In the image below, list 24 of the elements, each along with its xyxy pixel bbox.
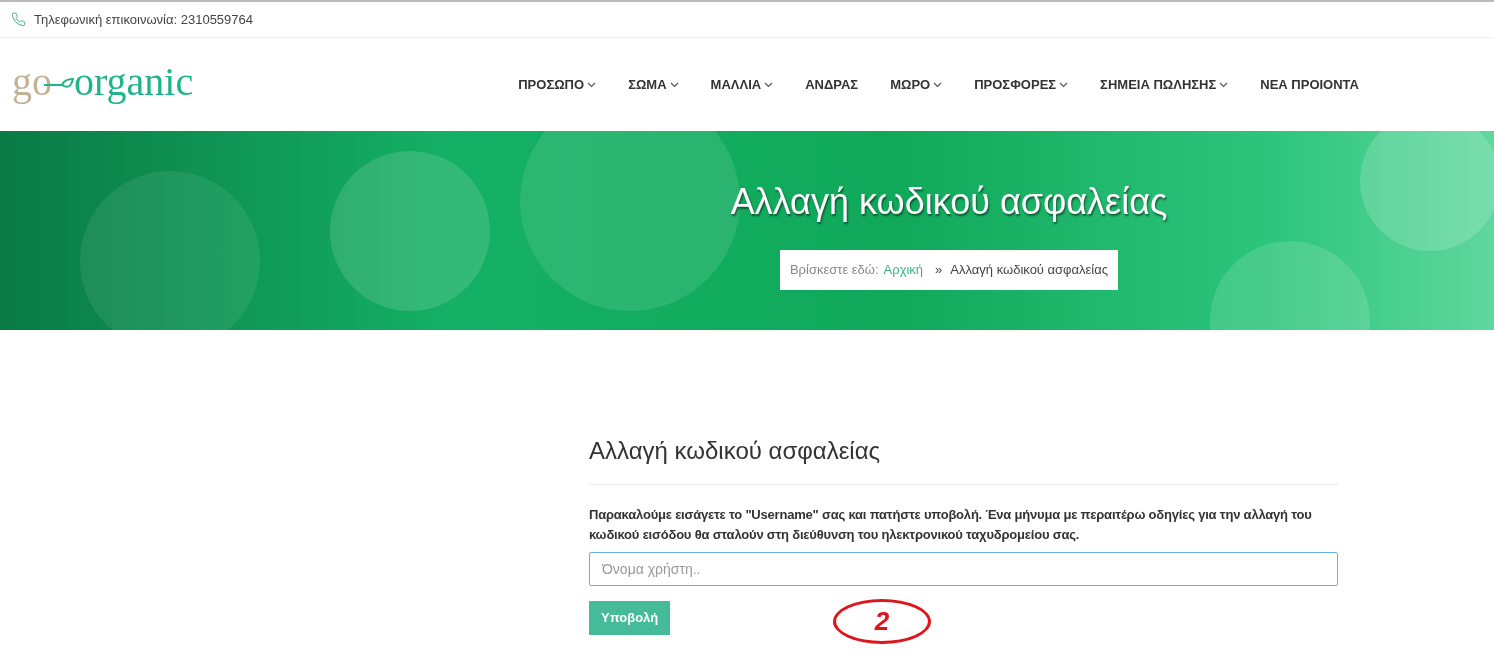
form-heading: Αλλαγή κωδικού ασφαλείας	[589, 436, 882, 466]
caret-icon	[1219, 81, 1229, 88]
caret-icon	[1059, 81, 1069, 88]
nav-link[interactable]: ΝΕΑ ΠΡΟΙΟΝΤΑ	[1260, 74, 1359, 95]
instructions-text: Παρακαλούμε εισάγετε το "Username" σας και πατήστε υποβολή. Ένα μήνυμα με περαιτέρω οδηγίες για την αλλαγή του κωδικού εισόδου θα σταλούν στη διεύθυνση του ηλεκτρονικού ταχυδρομείου σας.	[589, 506, 1313, 544]
username-field[interactable]: Όνομα χρήστη..	[589, 552, 1338, 586]
nav-link[interactable]: ΑΝΔΡΑΣ	[805, 74, 859, 95]
caret-icon	[669, 81, 679, 88]
caret-icon	[764, 81, 774, 88]
contact-phone: Τηλεφωνική επικοινωνία: 2310559764	[34, 10, 253, 29]
caret-icon	[587, 81, 597, 88]
breadcrumb-separator: »	[935, 261, 943, 280]
phone-icon	[11, 12, 26, 27]
nav-link[interactable]: ΜΩΡΟ	[890, 74, 943, 95]
nav-link[interactable]: ΜΑΛΛΙΑ	[710, 74, 774, 95]
nav-link[interactable]: ΣΗΜΕΙΑ ΠΩΛΗΣΗΣ	[1100, 74, 1229, 95]
nav-link[interactable]: ΠΡΟΣΩΠΟ	[518, 74, 597, 95]
annotation-circle: 2	[833, 599, 931, 644]
nav-link[interactable]: ΠΡΟΣΦΟΡΕΣ	[974, 74, 1069, 95]
page-title: Αλλαγή κωδικού ασφαλείας	[730, 180, 1168, 224]
nav-link[interactable]: ΣΩΜΑ	[628, 74, 679, 95]
caret-icon	[933, 81, 943, 88]
breadcrumb-current: Αλλαγή κωδικού ασφαλείας	[950, 261, 1109, 280]
breadcrumb-prefix: Βρίσκεστε εδώ:	[789, 261, 879, 280]
